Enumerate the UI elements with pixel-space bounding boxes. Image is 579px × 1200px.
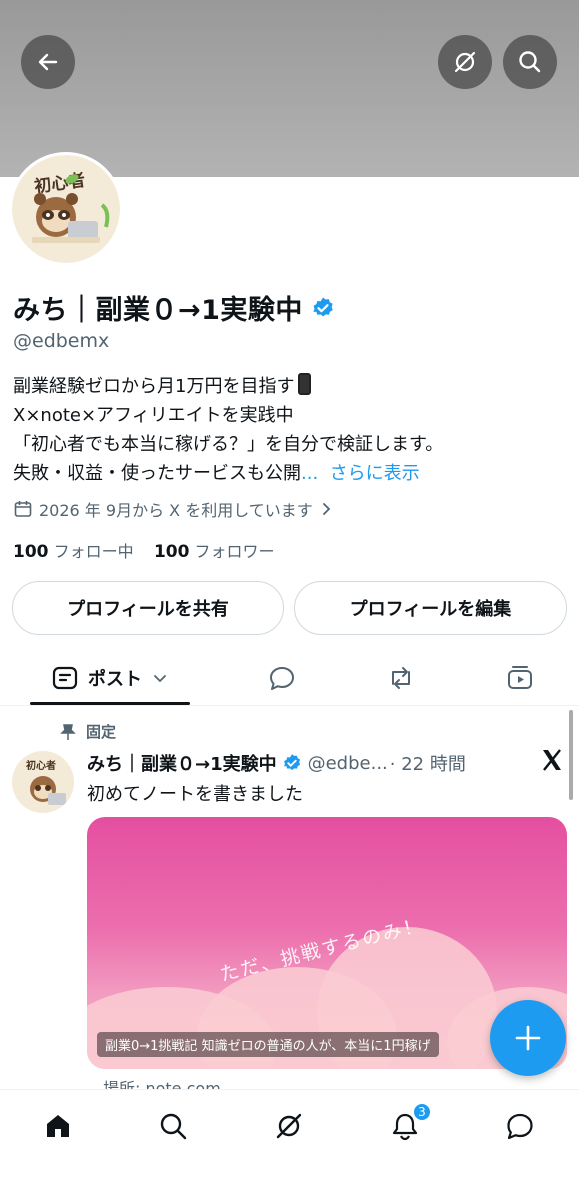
search-icon — [160, 1113, 187, 1140]
pinned-label: 固定 — [86, 723, 117, 741]
display-name-text: みち｜副業０→1実験中 — [13, 295, 303, 326]
profile-avatar[interactable]: 初心者 — [9, 152, 123, 266]
home-icon — [47, 1115, 69, 1137]
followers-link[interactable]: 100 フォロワー — [153, 542, 275, 562]
media-icon — [508, 666, 532, 689]
chevron-down-icon — [154, 675, 166, 683]
active-tab-indicator — [30, 702, 190, 705]
bio-line-4: 失敗・収益・使ったサービスも公開 — [13, 463, 301, 484]
tab-media[interactable] — [492, 650, 548, 706]
share-profile-button[interactable]: プロフィールを共有 — [12, 581, 284, 635]
reply-icon — [270, 667, 294, 690]
follow-stats: 100 フォロー中 100 フォロワー — [13, 538, 275, 562]
tab-posts-label: ポスト — [88, 669, 142, 690]
bio-ellipsis: ... — [301, 463, 319, 484]
following-count: 100 — [13, 542, 49, 562]
chevron-right-icon — [322, 503, 331, 515]
tanuki-illustration-small: 初心者 — [26, 759, 66, 805]
calendar-icon — [14, 501, 32, 517]
bio-line-3: 「初心者でも本当に稼げる？」を自分で検証します。 — [13, 434, 444, 455]
tweet-verified-badge-icon — [282, 753, 302, 773]
tweet-author-avatar[interactable]: 初心者 — [12, 751, 74, 813]
tab-replies[interactable] — [254, 650, 310, 706]
bio-line-2: X×note×アフィリエイトを実践中 — [13, 405, 294, 426]
joined-date-row[interactable]: 2026 年 9月から X を利用しています — [13, 497, 333, 521]
arrow-left-icon — [38, 53, 58, 71]
nav-grok[interactable] — [269, 1106, 309, 1146]
nav-home[interactable] — [38, 1106, 78, 1146]
profile-handle: @edbemx — [13, 330, 110, 352]
messages-icon — [507, 1113, 533, 1140]
x-logo-icon — [540, 748, 564, 779]
profile-tabs: ポスト — [0, 650, 579, 706]
compose-button[interactable] — [490, 1000, 566, 1076]
mobile-phone-icon — [298, 373, 312, 395]
bottom-navigation: 3 — [0, 1089, 579, 1200]
grok-button[interactable] — [438, 35, 492, 89]
verified-badge-icon[interactable] — [311, 296, 335, 320]
grok-icon — [276, 1113, 302, 1139]
tweet-author-handle[interactable]: @edbe... — [308, 753, 388, 774]
nav-search[interactable] — [153, 1106, 193, 1146]
pinned-indicator: 固定 — [60, 721, 116, 742]
svg-text:初心者: 初心者 — [26, 759, 56, 772]
following-link[interactable]: 100 フォロー中 — [13, 542, 134, 562]
edit-profile-button[interactable]: プロフィールを編集 — [294, 581, 567, 635]
tab-reposts[interactable] — [373, 650, 429, 706]
followers-label: フォロワー — [194, 542, 275, 561]
tab-posts[interactable]: ポスト — [30, 650, 190, 706]
profile-bio: 副業経験ゼロから月1万円を目指す X×note×アフィリエイトを実践中 「初心者… — [13, 372, 573, 488]
grok-icon — [454, 51, 476, 73]
tweet-author-name[interactable]: みち｜副業０→1実験中 — [87, 750, 277, 776]
pin-icon — [60, 723, 76, 740]
plus-icon — [515, 1025, 541, 1051]
scrollbar[interactable] — [569, 710, 573, 800]
tweet-text: 初めてノートを書きました — [87, 784, 303, 805]
card-caption: 副業0→1挑戦記 知識ゼロの普通の人が、本当に1円稼げ — [97, 1032, 439, 1057]
search-icon — [519, 51, 541, 73]
back-button[interactable] — [21, 35, 75, 89]
profile-banner[interactable] — [0, 0, 579, 177]
following-label: フォロー中 — [53, 542, 134, 561]
repost-icon — [392, 667, 410, 689]
tanuki-illustration — [32, 174, 110, 243]
followers-count: 100 — [153, 542, 190, 562]
search-button[interactable] — [503, 35, 557, 89]
tweet-header: みち｜副業０→1実験中 @edbe... · 22 時間 — [87, 750, 466, 776]
tweet-time: · 22 時間 — [389, 754, 466, 775]
joined-text: 2026 年 9月から X を利用しています — [39, 501, 313, 520]
posts-icon — [52, 666, 78, 690]
profile-display-name: みち｜副業０→1実験中 — [13, 288, 335, 327]
bio-line-1: 副業経験ゼロから月1万円を目指す — [13, 376, 295, 397]
nav-messages[interactable] — [500, 1106, 540, 1146]
notification-badge: 3 — [412, 1102, 432, 1122]
show-more-link[interactable]: さらに表示 — [330, 463, 420, 484]
